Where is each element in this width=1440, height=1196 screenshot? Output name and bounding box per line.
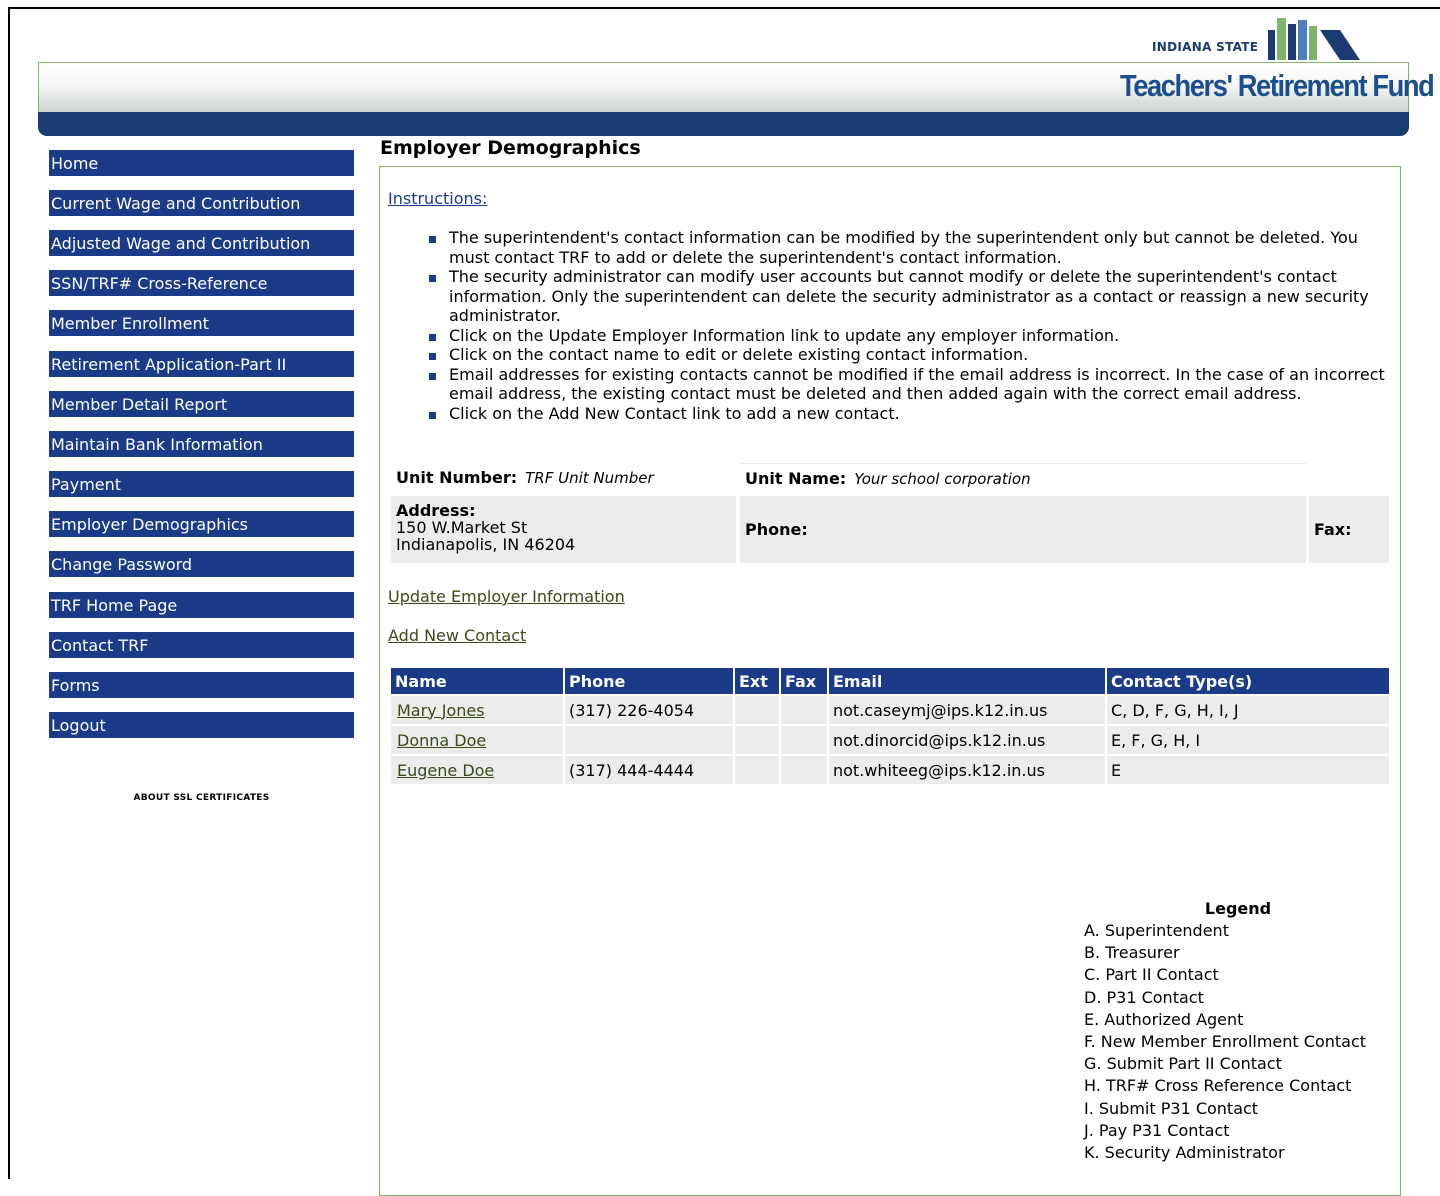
contact-types: C, D, F, G, H, I, J bbox=[1107, 696, 1389, 724]
legend-item: K. Security Administrator bbox=[1084, 1143, 1285, 1163]
unit-number-label: Unit Number: bbox=[396, 468, 518, 487]
unit-name-cell: Unit Name: Your school corporation bbox=[740, 463, 1306, 491]
legend-item: D. P31 Contact bbox=[1084, 987, 1204, 1007]
sidebar-item-member-enrollment[interactable]: Member Enrollment bbox=[49, 310, 354, 336]
employer-info-table: Unit Number: TRF Unit Number Unit Name: Yo… bbox=[391, 463, 1389, 564]
table-header-row: Name Phone Ext Fax Email Contact Type(s) bbox=[391, 668, 1389, 694]
address-cell: Address: 150 W.Market St Indianapolis, I… bbox=[391, 496, 736, 563]
add-new-contact-link[interactable]: Add New Contact bbox=[388, 626, 526, 645]
unit-number-cell: Unit Number: TRF Unit Number bbox=[391, 463, 736, 491]
table-row: Mary Jones (317) 226-4054 not.caseymj@ip… bbox=[391, 696, 1389, 724]
sidebar-item-cross-reference[interactable]: SSN/TRF# Cross-Reference bbox=[49, 270, 354, 296]
contact-fax bbox=[781, 756, 827, 784]
col-header-ext[interactable]: Ext bbox=[735, 668, 779, 694]
ssl-certificates-link[interactable]: ABOUT SSL CERTIFICATES bbox=[49, 793, 354, 803]
unit-name-value: Your school corporation bbox=[854, 470, 1031, 488]
contact-name-cell: Donna Doe bbox=[391, 726, 563, 754]
contacts-table: Name Phone Ext Fax Email Contact Type(s)… bbox=[389, 666, 1391, 786]
trf-logo[interactable]: INDIANA STATE Teachers' Retirement Fund bbox=[1118, 16, 1435, 103]
table-row: Donna Doe not.dinorcid@ips.k12.in.us E, … bbox=[391, 726, 1389, 754]
address-line2: Indianapolis, IN 46204 bbox=[396, 535, 576, 554]
legend-item: I. Submit P31 Contact bbox=[1084, 1098, 1259, 1118]
legend-item: F. New Member Enrollment Contact bbox=[1084, 1032, 1367, 1052]
col-header-phone[interactable]: Phone bbox=[565, 668, 733, 694]
unit-number-value: TRF Unit Number bbox=[525, 469, 654, 487]
books-icon bbox=[1268, 18, 1360, 60]
sidebar-item-logout[interactable]: Logout bbox=[49, 712, 354, 738]
instruction-item: Email addresses for existing contacts ca… bbox=[428, 365, 1403, 404]
legend-item: G. Submit Part II Contact bbox=[1084, 1054, 1282, 1074]
sidebar-item-adjusted-wage[interactable]: Adjusted Wage and Contribution bbox=[49, 230, 354, 256]
contact-fax bbox=[781, 696, 827, 724]
contact-name-cell: Eugene Doe bbox=[391, 756, 563, 784]
instruction-item: Click on the Update Employer Information… bbox=[428, 326, 1403, 346]
legend-item: E. Authorized Agent bbox=[1084, 1009, 1244, 1029]
sidebar-item-retirement-application[interactable]: Retirement Application-Part II bbox=[49, 351, 354, 377]
contact-phone: (317) 444-4444 bbox=[565, 756, 733, 784]
contact-phone: (317) 226-4054 bbox=[565, 696, 733, 724]
legend-item: C. Part II Contact bbox=[1084, 965, 1219, 985]
col-header-contact-types[interactable]: Contact Type(s) bbox=[1107, 668, 1389, 694]
instructions-list: The superintendent's contact information… bbox=[428, 228, 1403, 423]
fax-cell: Fax: bbox=[1309, 496, 1389, 563]
legend-item: A. Superintendent bbox=[1084, 921, 1229, 940]
sidebar-item-current-wage[interactable]: Current Wage and Contribution bbox=[49, 190, 354, 216]
sidebar-item-employer-demographics[interactable]: Employer Demographics bbox=[49, 511, 354, 537]
legend-item: J. Pay P31 Contact bbox=[1084, 1120, 1230, 1140]
sidebar-item-trf-home-page[interactable]: TRF Home Page bbox=[49, 592, 354, 618]
header-bar bbox=[38, 112, 1409, 136]
legend-title: Legend bbox=[1204, 899, 1272, 918]
legend-item: B. Treasurer bbox=[1084, 943, 1180, 963]
legend-item: H. TRF# Cross Reference Contact bbox=[1084, 1076, 1352, 1096]
contact-types: E bbox=[1107, 756, 1389, 784]
phone-cell: Phone: bbox=[740, 496, 1306, 563]
col-header-name[interactable]: Name bbox=[391, 668, 563, 694]
address-label: Address: bbox=[396, 501, 476, 520]
update-employer-link[interactable]: Update Employer Information bbox=[388, 587, 625, 606]
sidebar-item-change-password[interactable]: Change Password bbox=[49, 551, 354, 577]
instruction-item: Click on the Add New Contact link to add… bbox=[428, 404, 1403, 424]
table-row: Eugene Doe (317) 444-4444 not.whiteeg@ip… bbox=[391, 756, 1389, 784]
contact-email: not.whiteeg@ips.k12.in.us bbox=[829, 756, 1105, 784]
legend-list: A. Superintendent B. Treasurer C. Part I… bbox=[1084, 920, 1366, 1164]
instruction-item: The security administrator can modify us… bbox=[428, 267, 1403, 326]
logo-state-text: INDIANA STATE bbox=[1152, 40, 1259, 54]
contact-fax bbox=[781, 726, 827, 754]
sidebar-item-forms[interactable]: Forms bbox=[49, 672, 354, 698]
sidebar-item-bank-information[interactable]: Maintain Bank Information bbox=[49, 431, 354, 457]
address-line1: 150 W.Market St bbox=[396, 518, 528, 537]
sidebar-item-contact-trf[interactable]: Contact TRF bbox=[49, 632, 354, 658]
instructions-link[interactable]: Instructions: bbox=[388, 189, 487, 208]
sidebar-item-member-detail-report[interactable]: Member Detail Report bbox=[49, 391, 354, 417]
contact-email: not.caseymj@ips.k12.in.us bbox=[829, 696, 1105, 724]
fax-label: Fax: bbox=[1314, 520, 1352, 539]
page-title: Employer Demographics bbox=[380, 137, 641, 159]
phone-label: Phone: bbox=[745, 520, 808, 539]
logo-fund-text: Teachers' Retirement Fund bbox=[1120, 68, 1435, 103]
instruction-item: Click on the contact name to edit or del… bbox=[428, 345, 1403, 365]
window-frame-top bbox=[8, 7, 1440, 9]
window-frame-left bbox=[8, 7, 10, 1179]
unit-name-label: Unit Name: bbox=[745, 469, 847, 488]
contact-email: not.dinorcid@ips.k12.in.us bbox=[829, 726, 1105, 754]
contact-ext bbox=[735, 726, 779, 754]
contact-ext bbox=[735, 756, 779, 784]
contact-name-cell: Mary Jones bbox=[391, 696, 563, 724]
contact-types: E, F, G, H, I bbox=[1107, 726, 1389, 754]
sidebar-item-home[interactable]: Home bbox=[49, 150, 354, 176]
contact-phone bbox=[565, 726, 733, 754]
instruction-item: The superintendent's contact information… bbox=[428, 228, 1403, 267]
sidebar-item-payment[interactable]: Payment bbox=[49, 471, 354, 497]
contact-name-link[interactable]: Donna Doe bbox=[397, 731, 486, 750]
col-header-email[interactable]: Email bbox=[829, 668, 1105, 694]
contact-ext bbox=[735, 696, 779, 724]
contact-name-link[interactable]: Eugene Doe bbox=[397, 761, 494, 780]
col-header-fax[interactable]: Fax bbox=[781, 668, 827, 694]
contact-name-link[interactable]: Mary Jones bbox=[397, 701, 485, 720]
